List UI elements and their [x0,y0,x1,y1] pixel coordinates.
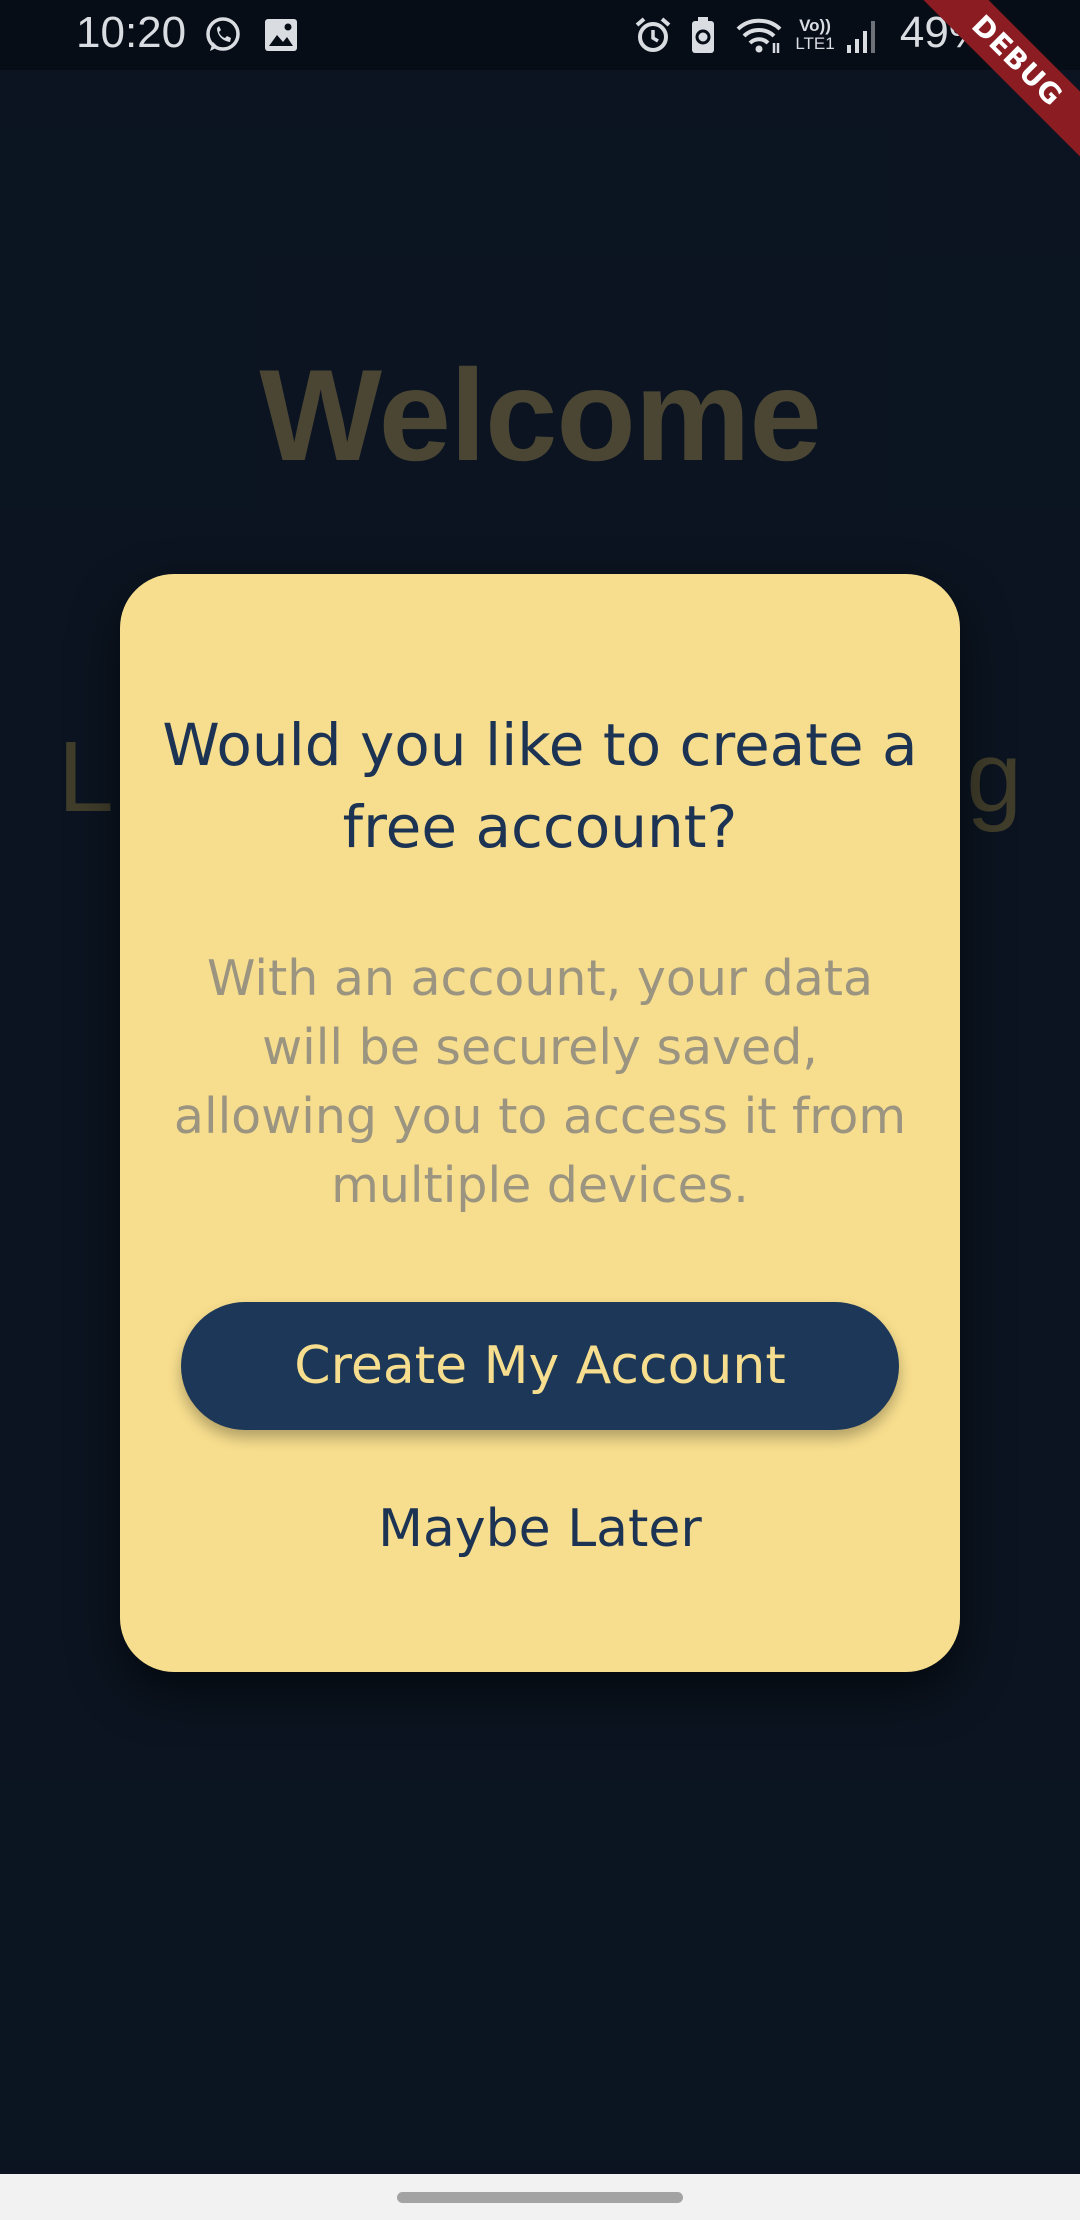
dialog-title: Would you like to create a free account? [162,711,918,861]
dialog-body: With an account, your data will be secur… [173,950,907,1214]
battery-saver-icon [682,14,724,56]
status-bar: 10:20 Vo)) LTE1 49% [0,0,1080,70]
create-account-button[interactable]: Create My Account [181,1302,899,1430]
gallery-icon [260,14,302,56]
navigation-bar [0,2174,1080,2220]
create-account-dialog: Would you like to create a free account?… [120,574,960,1672]
home-gesture-handle[interactable] [397,2192,683,2203]
maybe-later-button[interactable]: Maybe Later [290,1474,790,1584]
signal-icon [842,14,884,56]
status-time: 10:20 [76,8,187,57]
wifi-icon [734,14,784,56]
app-screen: Welcome L g 10:20 Vo)) LTE1 49% DEBUG Wo… [0,0,1080,2220]
alarm-icon [632,14,674,56]
lte-icon: Vo)) LTE1 [795,16,835,53]
whatsapp-icon [202,14,244,56]
